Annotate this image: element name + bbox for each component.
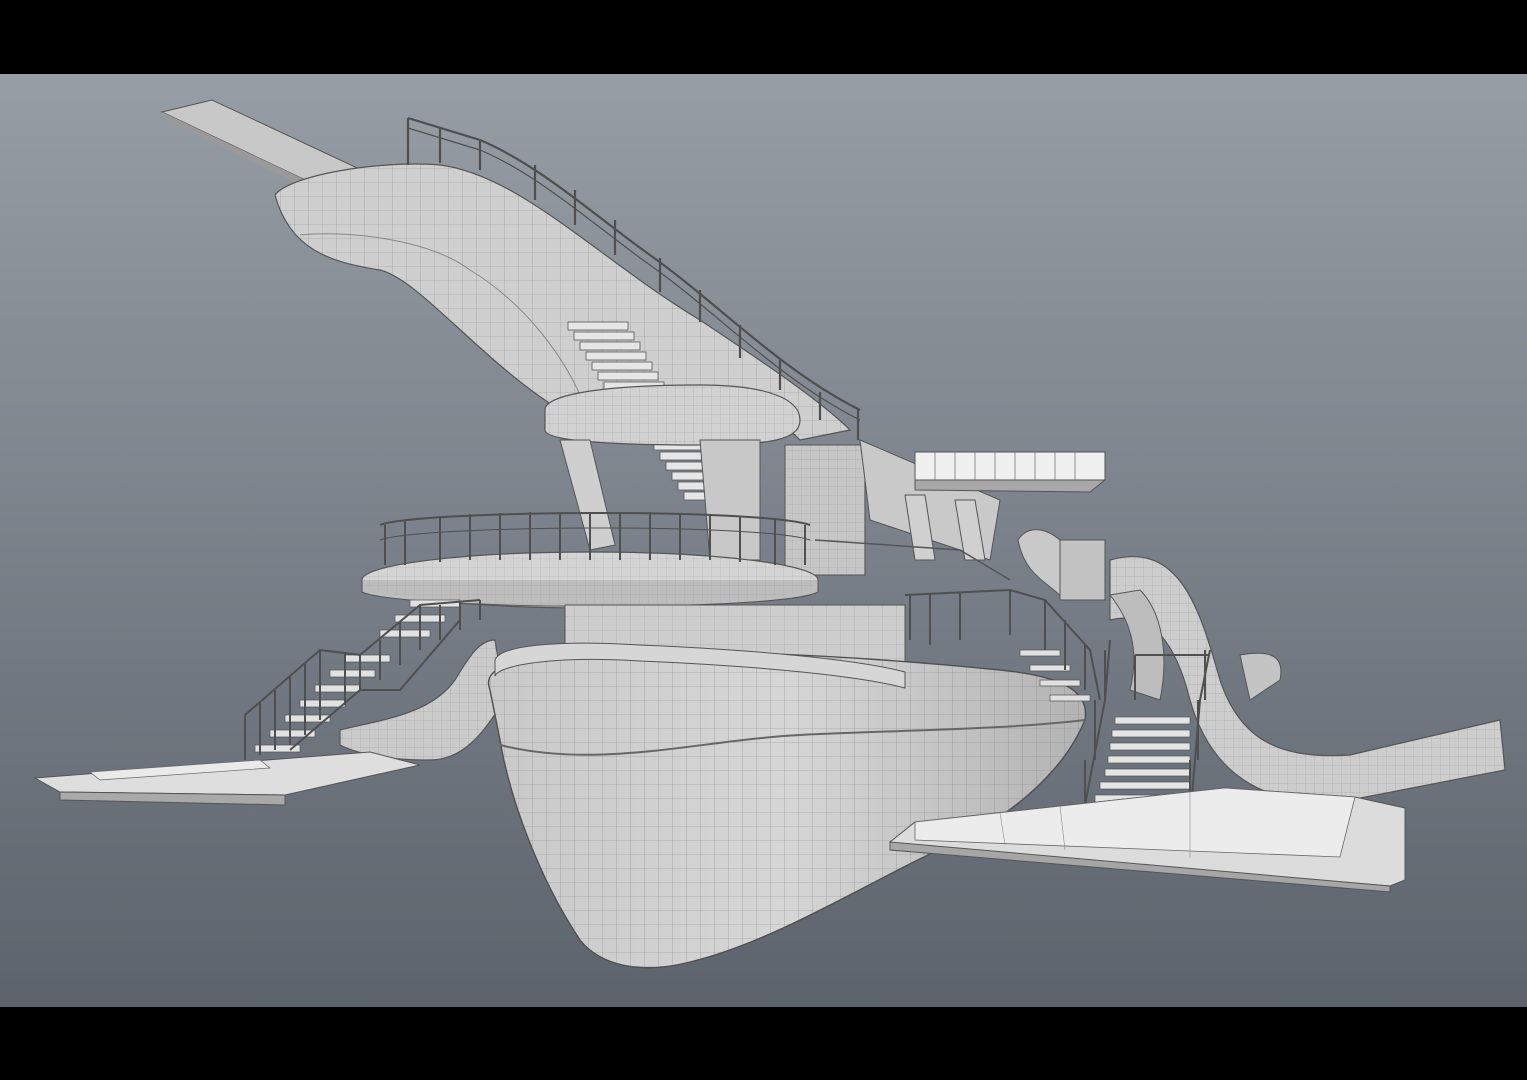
ship-hull: [487, 642, 1087, 969]
letterbox-top: [0, 0, 1527, 74]
right-diving-board: [914, 451, 1107, 493]
viewport-3d: [0, 74, 1527, 1007]
ship-model: [33, 99, 1506, 969]
left-base-slab: [33, 751, 421, 806]
letterbox-bottom: [0, 1007, 1527, 1080]
right-slide: [1017, 529, 1506, 803]
